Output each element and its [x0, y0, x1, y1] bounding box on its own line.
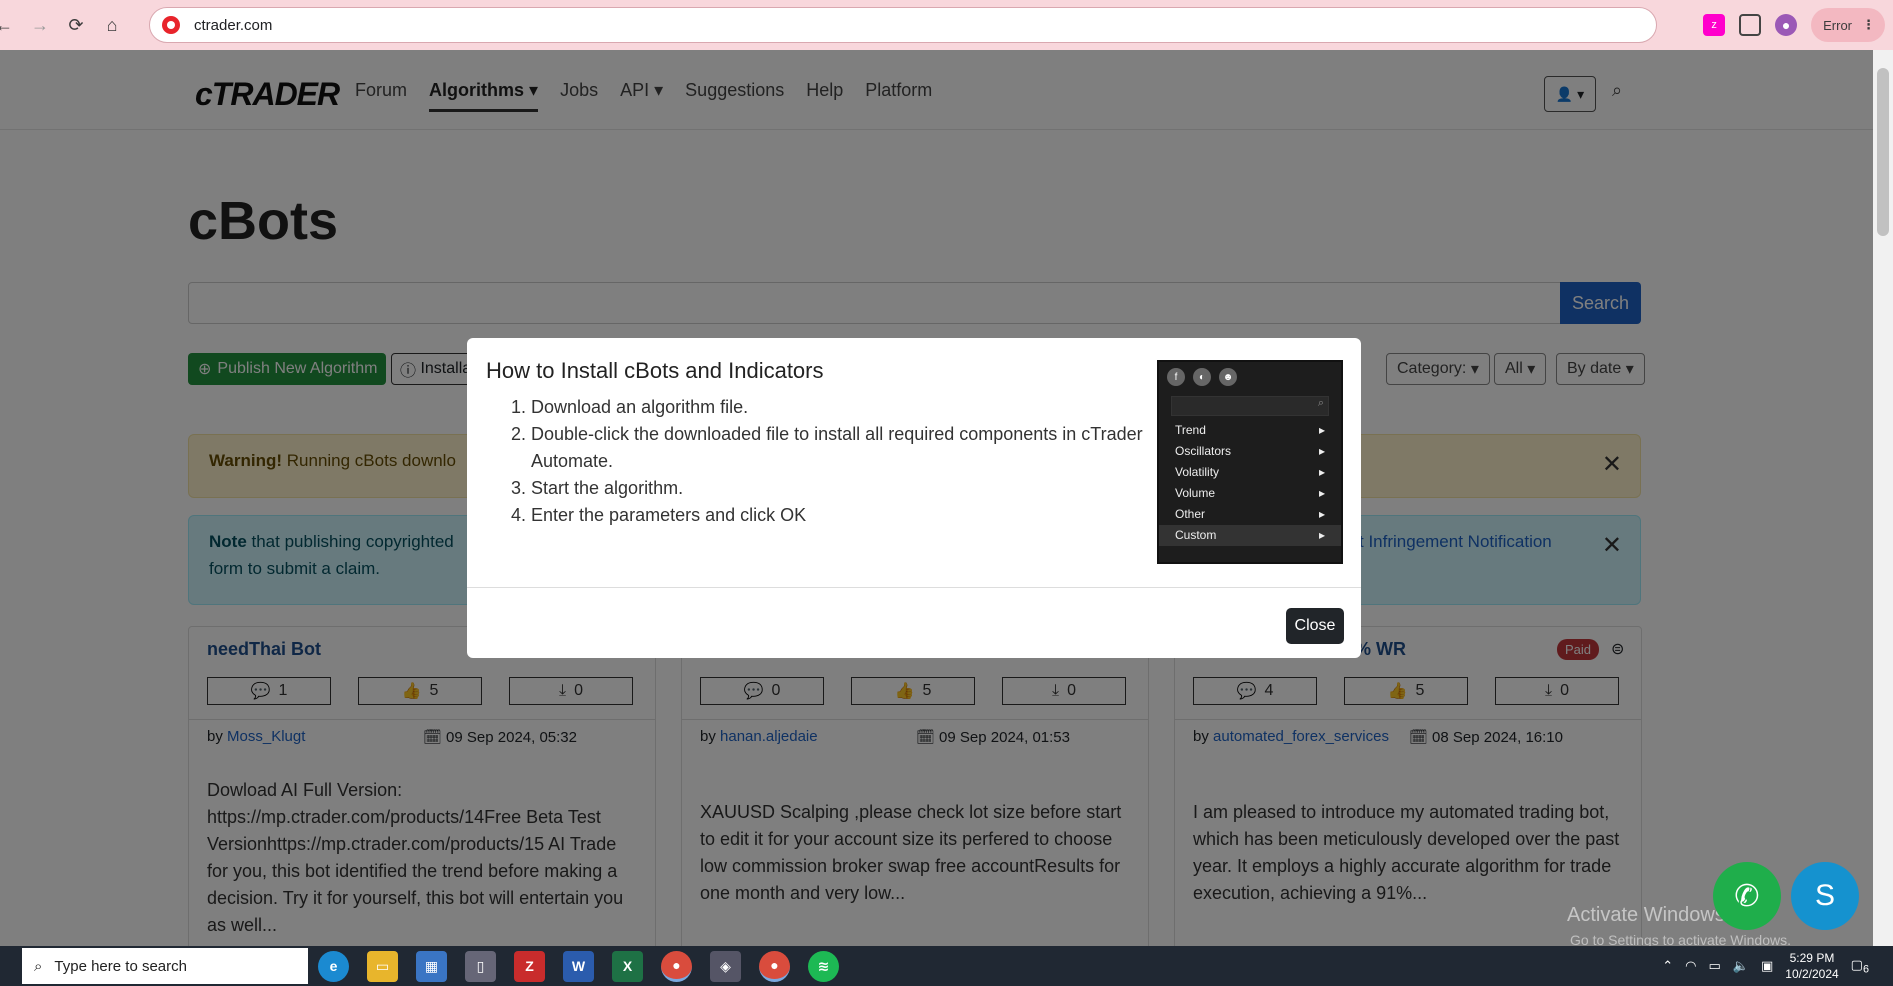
pdf-icon[interactable]: Z [514, 950, 545, 982]
arrow-right-icon: ▸ [1318, 423, 1325, 437]
word-icon[interactable]: W [563, 950, 594, 982]
menu-item-label: Custom [1175, 528, 1217, 542]
menu-item-label: Volatility [1175, 465, 1220, 479]
page-scrollbar[interactable] [1873, 50, 1893, 946]
chrome-icon[interactable]: ● [661, 950, 692, 982]
spotify-icon[interactable]: ≋ [808, 950, 839, 982]
extension-icon[interactable]: z [1703, 14, 1726, 36]
taskbar-clock[interactable]: 5:29 PM 10/2/2024 [1785, 950, 1838, 982]
menu-item: Trend ▸ [1159, 420, 1341, 441]
arrow-right-icon: ▸ [1318, 507, 1325, 521]
app-icon[interactable]: ◈ [710, 950, 741, 982]
taskbar-search[interactable]: ⌕ Type here to search [22, 948, 308, 984]
install-steps: Download an algorithm file. Double-click… [507, 394, 1147, 529]
step-item: Start the algorithm. [531, 475, 1147, 502]
scrollbar-thumb[interactable] [1877, 68, 1889, 236]
browser-toolbar: ← → ⟳ ⌂ ctrader.com z ● Error ⋮ [0, 0, 1893, 50]
home-icon[interactable]: ⌂ [94, 7, 130, 43]
modal-title: How to Install cBots and Indicators [486, 358, 824, 383]
menu-item-label: Trend [1175, 423, 1206, 437]
volume-icon[interactable]: 🔈 [1733, 958, 1749, 974]
profile-avatar-icon[interactable]: ● [1775, 14, 1798, 36]
skype-icon[interactable]: S [1791, 862, 1859, 930]
forward-icon[interactable]: → [22, 7, 58, 43]
cloud-icon: ◐ [1193, 368, 1211, 386]
address-bar[interactable]: ctrader.com [149, 7, 1657, 43]
modal-divider [467, 587, 1361, 588]
menu-dots-icon[interactable]: ⋮ [1862, 17, 1875, 33]
battery-icon[interactable]: ▭ [1709, 958, 1721, 974]
puzzle-icon[interactable] [1739, 14, 1762, 36]
page-content: cTRADER Forum Algorithms ▾ Jobs API ▾ Su… [0, 50, 1873, 946]
step-item: Download an algorithm file. [531, 394, 1147, 421]
chevron-up-icon[interactable]: ⌃ [1662, 958, 1673, 974]
menu-item-label: Oscillators [1175, 444, 1232, 458]
chrome-icon[interactable]: ● [759, 950, 790, 982]
menu-search-icon: ⌕ [1171, 396, 1329, 416]
arrow-right-icon: ▸ [1318, 528, 1325, 542]
arrow-right-icon: ▸ [1318, 486, 1325, 500]
user-icon: ☻ [1219, 368, 1237, 386]
notification-icon[interactable]: ▢6 [1851, 957, 1869, 976]
store-icon[interactable]: ▦ [416, 950, 447, 982]
edge-icon[interactable]: e [318, 950, 349, 982]
menu-item-label: Other [1175, 507, 1206, 521]
excel-icon[interactable]: X [612, 950, 643, 982]
windows-taskbar: ⌕ Type here to search e ▭ ▦ ▯ Z W X ● ◈ … [0, 946, 1893, 986]
menu-screenshot: f ◐ ☻ ⌕ Trend ▸ Oscillators ▸ Volatility ▸ … [1157, 360, 1343, 564]
file-explorer-icon[interactable]: ▭ [367, 950, 398, 982]
install-modal: How to Install cBots and Indicators Down… [467, 338, 1361, 658]
security-icon[interactable]: ▣ [1761, 958, 1773, 974]
notification-count: 6 [1862, 963, 1869, 976]
app-icon[interactable]: ▯ [465, 950, 496, 982]
menu-item: Custom ▸ [1159, 525, 1341, 546]
whatsapp-icon[interactable]: ✆ [1713, 862, 1781, 930]
reload-icon[interactable]: ⟳ [58, 7, 94, 43]
menu-item: Oscillators ▸ [1159, 441, 1341, 462]
error-label: Error [1823, 17, 1852, 33]
back-icon[interactable]: ← [0, 7, 22, 43]
network-icon[interactable]: ◠ [1685, 958, 1696, 974]
address-url: ctrader.com [194, 16, 273, 34]
activate-windows-title: Activate Windows [1567, 904, 1725, 926]
arrow-right-icon: ▸ [1318, 465, 1325, 479]
clock-time: 5:29 PM [1789, 951, 1835, 965]
search-icon: ⌕ [34, 957, 43, 975]
menu-item: Volume ▸ [1159, 483, 1341, 504]
taskbar-search-placeholder: Type here to search [54, 957, 187, 975]
site-favicon-icon [162, 16, 180, 34]
step-item: Enter the parameters and click OK [531, 502, 1147, 529]
activate-windows-sub: Go to Settings to activate Windows. [1570, 932, 1791, 946]
clock-date: 10/2/2024 [1785, 967, 1839, 981]
menu-item-label: Volume [1175, 486, 1216, 500]
error-button[interactable]: Error ⋮ [1811, 8, 1885, 42]
menu-item: Volatility ▸ [1159, 462, 1341, 483]
menu-item: Other ▸ [1159, 504, 1341, 525]
close-button[interactable]: Close [1286, 608, 1344, 644]
step-item: Double-click the downloaded file to inst… [531, 421, 1147, 475]
ctrader-icon: f [1167, 368, 1185, 386]
arrow-right-icon: ▸ [1318, 444, 1325, 458]
